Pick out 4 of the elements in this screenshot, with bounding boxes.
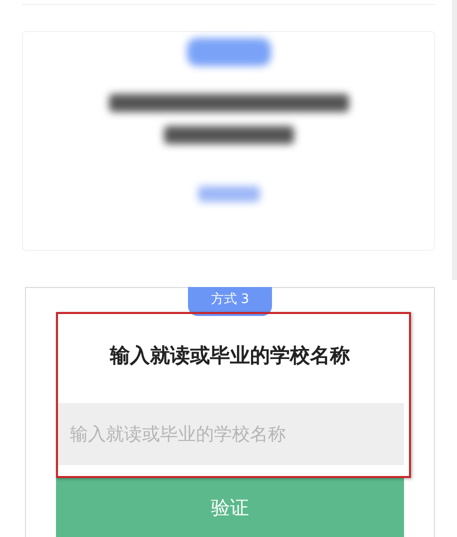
verify-button[interactable]: 验证 xyxy=(56,477,404,537)
school-name-field[interactable]: 输入就读或毕业的学校名称 xyxy=(56,403,404,465)
method-badge: 方式 3 xyxy=(188,287,272,316)
method-title: 输入就读或毕业的学校名称 xyxy=(110,342,350,369)
